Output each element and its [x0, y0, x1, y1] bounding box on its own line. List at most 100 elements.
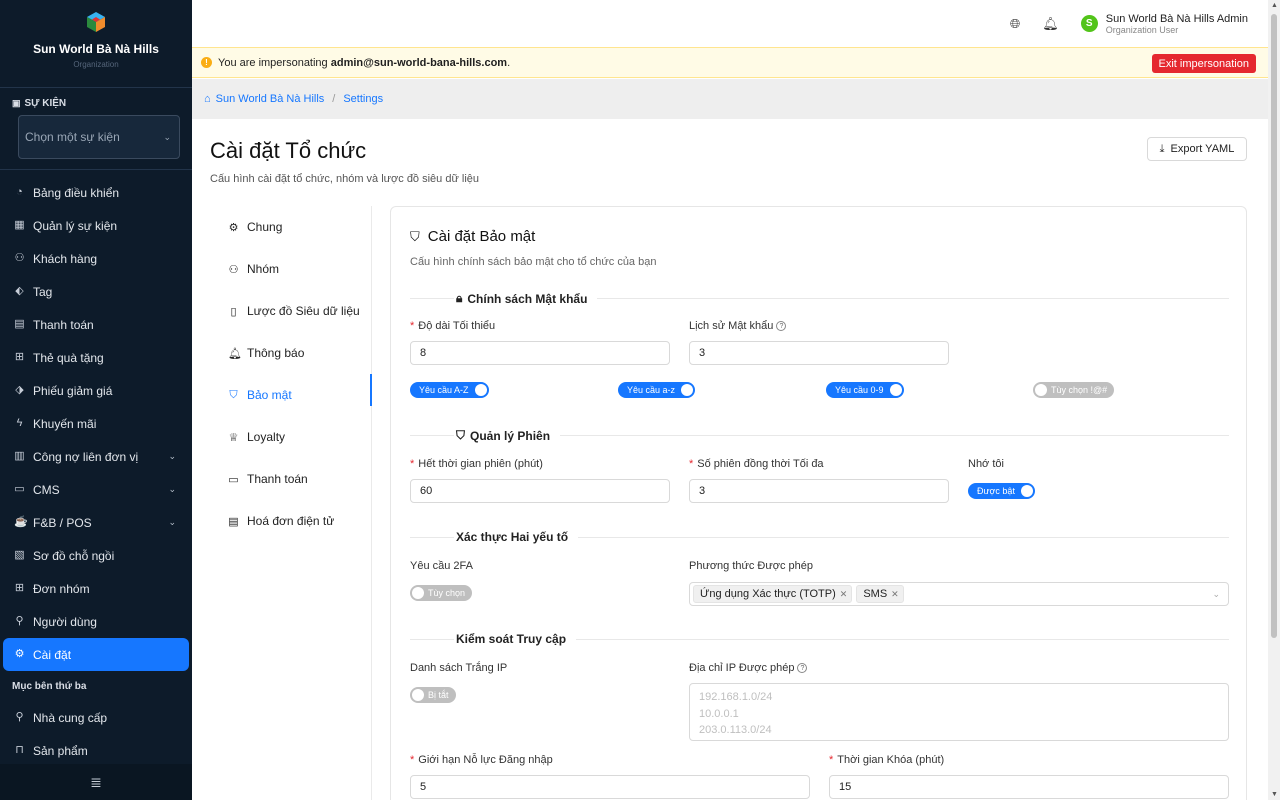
settings-tab-label: Thanh toán: [247, 472, 308, 486]
sidebar-item-products[interactable]: ⊓ Sản phẩm: [0, 734, 192, 767]
seatmap-icon: ▧: [14, 549, 25, 561]
settings-tab-notifications[interactable]: 🔔︎ Thông báo: [210, 332, 371, 374]
close-icon[interactable]: ✕: [891, 589, 899, 600]
coupon-icon: ⬗: [15, 384, 24, 396]
page-scrollbar[interactable]: ▲ ▼: [1268, 0, 1280, 800]
sidebar-item-gift-cards[interactable]: ⊞ Thẻ quà tặng: [0, 341, 192, 374]
globe-icon[interactable]: 🌐︎: [1010, 16, 1020, 32]
brand: Sun World Bà Nà Hills Organization: [0, 0, 192, 88]
breadcrumb-current[interactable]: Settings: [343, 93, 383, 105]
sidebar-item-inter-unit-debt[interactable]: ▥ Công nợ liên đơn vị ⌄: [0, 440, 192, 473]
impersonation-email: admin@sun-world-bana-hills.com: [330, 56, 508, 69]
settings-tab-metadata-schema[interactable]: ▯ Lược đồ Siêu dữ liệu: [210, 290, 371, 332]
password-history-input[interactable]: 3: [689, 341, 949, 365]
avatar: S: [1080, 15, 1098, 32]
settings-tab-general[interactable]: ⚙ Chung: [210, 206, 371, 248]
user-menu[interactable]: S Sun World Bà Nà Hills Admin Organizati…: [1080, 13, 1248, 35]
help-icon[interactable]: ?: [776, 321, 787, 332]
toggle-require-2fa[interactable]: Tùy chọn: [410, 585, 473, 601]
settings-menu: ⚙ Chung ⚇ Nhóm ▯ Lược đồ Siêu dữ liệu 🔔︎ Thô…: [210, 206, 372, 800]
settings-tab-security[interactable]: ⛉ Bảo mật: [210, 374, 372, 416]
brand-name: Sun World Bà Nà Hills: [33, 42, 159, 56]
min-length-input[interactable]: 8: [410, 341, 670, 365]
settings-tab-label: Nhóm: [247, 262, 280, 276]
lock-time-input[interactable]: 15: [829, 775, 1229, 799]
page-title: Cài đặt Tổ chức: [210, 138, 367, 163]
settings-tab-loyalty[interactable]: ♕ Loyalty: [210, 416, 371, 458]
sidebar-item-cms[interactable]: ▭ CMS ⌄: [0, 473, 192, 506]
sidebar-item-label: Cài đặt: [33, 647, 72, 662]
toggle-knob: [412, 587, 424, 599]
lock-time-label-text: Thời gian Khóa (phút): [837, 754, 945, 766]
sidebar-item-events[interactable]: ▦ Quản lý sự kiện: [0, 209, 192, 242]
sidebar-item-customers[interactable]: ⚇ Khách hàng: [0, 242, 192, 275]
sidebar-item-fnb-pos[interactable]: ☕ F&B / POS ⌄: [0, 506, 192, 539]
user-info: Sun World Bà Nà Hills Admin Organization…: [1106, 13, 1248, 35]
user-icon: ⚲: [15, 615, 24, 627]
close-icon[interactable]: ✕: [840, 589, 848, 600]
settings-tab-groups[interactable]: ⚇ Nhóm: [210, 248, 371, 290]
toggle-ip-whitelist[interactable]: Bị tắt: [410, 687, 456, 703]
help-icon[interactable]: ?: [797, 663, 808, 674]
sidebar-item-coupons[interactable]: ⬗ Phiếu giảm giá: [0, 374, 192, 407]
sidebar-item-users[interactable]: ⚲ Người dùng: [0, 605, 192, 638]
event-select[interactable]: Chọn một sự kiện ⌄: [18, 115, 180, 159]
allowed-ips-placeholder-line: 203.0.113.0/24: [699, 724, 772, 736]
sidebar-item-suppliers[interactable]: ⚲ Nhà cung cấp: [0, 701, 192, 734]
page-subtitle: Cấu hình cài đặt tổ chức, nhóm và lược đ…: [210, 173, 480, 185]
sidebar-item-label: Sơ đồ chỗ ngồi: [33, 548, 115, 563]
min-length-label-text: Độ dài Tối thiểu: [418, 320, 496, 332]
event-block: ▣ SỰ KIỆN Chọn một sự kiện ⌄: [0, 88, 192, 170]
sidebar-item-label: Người dùng: [33, 614, 97, 629]
product-icon: ⊓: [15, 744, 24, 756]
lock-icon: 🔒︎: [456, 291, 463, 305]
scroll-down-icon[interactable]: ▼: [1271, 791, 1278, 798]
tag-icon: ⬖: [15, 285, 24, 297]
cms-icon: ▭: [14, 483, 25, 495]
sidebar-item-tag[interactable]: ⬖ Tag: [0, 275, 192, 308]
sidebar-collapse-button[interactable]: ≣: [0, 764, 192, 800]
export-yaml-label: Export YAML: [1170, 143, 1235, 155]
scrollbar-thumb[interactable]: [1271, 14, 1277, 638]
impersonation-banner: ! You are impersonating admin@sun-world-…: [192, 47, 1268, 78]
settings-tab-label: Loyalty: [247, 430, 286, 444]
scroll-up-icon[interactable]: ▲: [1271, 2, 1278, 9]
session-timeout-input[interactable]: 60: [410, 479, 670, 503]
settings-tab-e-invoice[interactable]: ▤ Hoá đơn điện tử: [210, 500, 371, 542]
bell-icon[interactable]: 🔔︎: [1042, 16, 1059, 32]
require-2fa-label: Yêu cầu 2FA: [410, 560, 473, 572]
brand-sub: Organization: [73, 60, 119, 69]
chevron-down-icon: ⌄: [168, 517, 176, 527]
event-label: ▣ SỰ KIỆN: [12, 98, 180, 109]
divider-session: ⛉ Quản lý Phiên: [410, 428, 1229, 443]
allowed-ips-label: Địa chỉ IP Được phép?: [689, 662, 808, 674]
breadcrumb-home[interactable]: Sun World Bà Nà Hills: [216, 93, 325, 105]
toggle-require-lowercase[interactable]: Yêu cầu a-z: [618, 382, 696, 398]
settings-tab-payment[interactable]: ▭ Thanh toán: [210, 458, 371, 500]
warning-icon: !: [201, 57, 212, 68]
shield-icon: ⛉: [456, 428, 466, 442]
max-sessions-input[interactable]: 3: [689, 479, 949, 503]
toggle-require-digits[interactable]: Yêu cầu 0-9: [826, 382, 904, 398]
sidebar-item-settings[interactable]: ⚙ Cài đặt: [3, 638, 189, 671]
sidebar-item-payment[interactable]: ▤ Thanh toán: [0, 308, 192, 341]
allowed-ips-textarea[interactable]: 192.168.1.0/24 10.0.0.1 203.0.113.0/24: [689, 683, 1229, 741]
sidebar-item-group-orders[interactable]: ⊞ Đơn nhóm: [0, 572, 192, 605]
allowed-methods-select[interactable]: Ứng dụng Xác thực (TOTP) ✕ SMS ✕ ⌄: [689, 582, 1229, 606]
toggle-special-chars[interactable]: Tùy chọn !@#: [1033, 382, 1115, 398]
toggle-require-uppercase[interactable]: Yêu cầu A-Z: [410, 382, 489, 398]
toggle-label: Tùy chọn: [428, 588, 466, 598]
exit-impersonation-button[interactable]: Exit impersonation: [1151, 54, 1256, 73]
sidebar-item-promotions[interactable]: ϟ Khuyến mãi: [0, 407, 192, 440]
sidebar-nav: ◔ Bảng điều khiển ▦ Quản lý sự kiện ⚇ Khách…: [0, 170, 192, 767]
max-sessions-label: * Số phiên đồng thời Tối đa: [689, 458, 824, 470]
toggle-remember-me[interactable]: Được bật: [968, 483, 1035, 499]
method-tag-totp: Ứng dụng Xác thực (TOTP) ✕: [693, 585, 853, 603]
login-limit-input[interactable]: 5: [410, 775, 810, 799]
gift-icon: ⊞: [14, 351, 25, 363]
sidebar-item-label: Phiếu giảm giá: [33, 383, 113, 398]
export-yaml-button[interactable]: ⤓ Export YAML: [1147, 137, 1247, 161]
sidebar-item-label: CMS: [33, 482, 60, 497]
sidebar-item-dashboard[interactable]: ◔ Bảng điều khiển: [0, 176, 192, 209]
sidebar-item-seat-map[interactable]: ▧ Sơ đồ chỗ ngồi: [0, 539, 192, 572]
